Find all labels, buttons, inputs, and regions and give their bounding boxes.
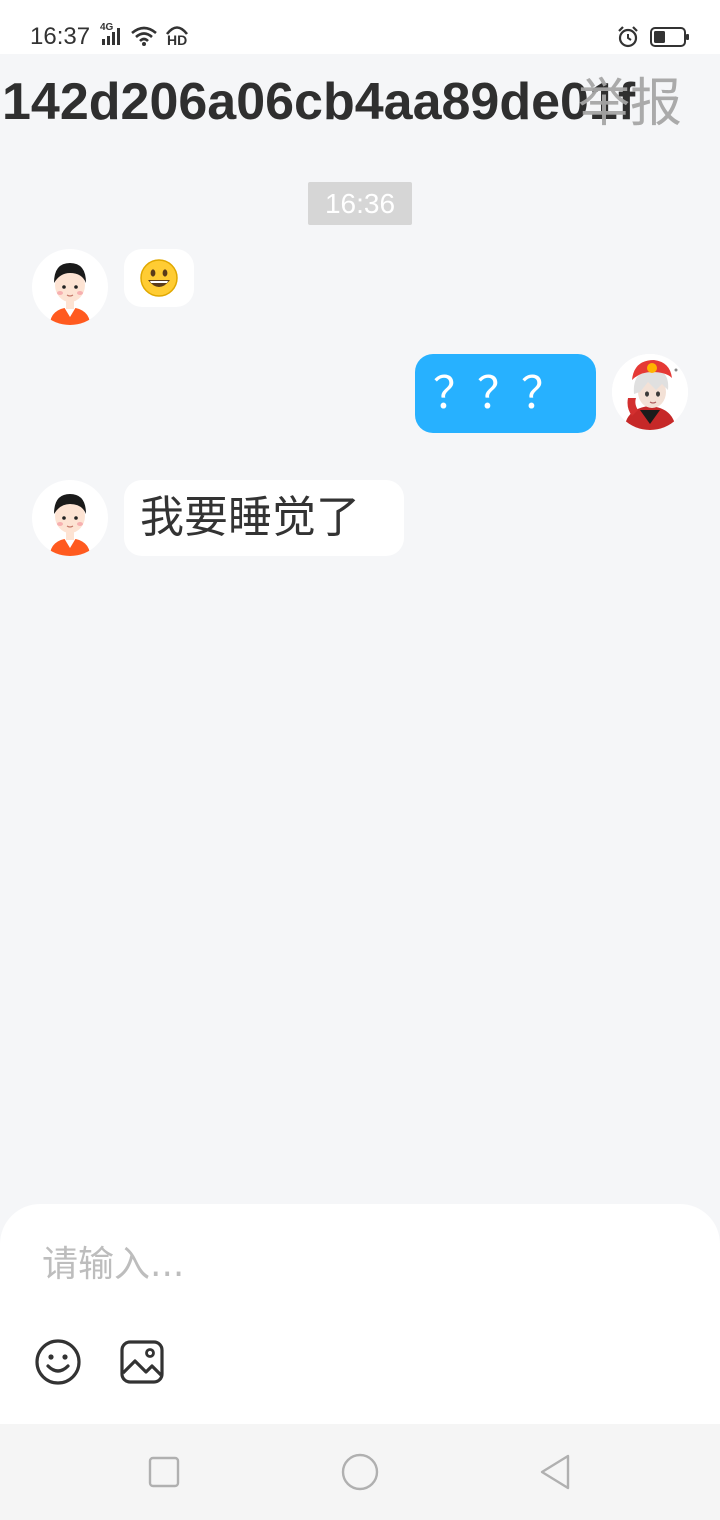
contact-avatar[interactable]	[32, 480, 108, 556]
message-timestamp: 16:36	[308, 182, 412, 225]
person-avatar-icon	[50, 263, 90, 325]
status-time: 16:37	[30, 23, 91, 50]
wifi-icon	[130, 25, 158, 47]
back-button[interactable]	[536, 1452, 576, 1492]
grinning-face-emoji	[139, 258, 179, 298]
image-icon	[120, 1340, 164, 1384]
signal-icon: 4G	[100, 22, 124, 47]
square-icon	[148, 1456, 180, 1488]
input-panel	[0, 1204, 720, 1424]
home-button[interactable]	[340, 1452, 380, 1492]
alarm-icon	[616, 25, 640, 49]
anime-avatar-icon	[612, 354, 688, 430]
report-button[interactable]: 举报	[578, 72, 682, 136]
message-text: 我要睡觉了	[140, 492, 360, 543]
status-icons-left: 4G HD	[100, 22, 190, 50]
message-text: ？？？	[433, 367, 565, 419]
message-bubble-incoming[interactable]	[124, 249, 194, 307]
recent-apps-button[interactable]	[144, 1452, 184, 1492]
contact-avatar[interactable]	[32, 249, 108, 325]
message-input[interactable]	[42, 1234, 678, 1294]
hd-call-icon: HD	[164, 24, 190, 48]
hd-label: HD	[167, 32, 188, 48]
emoji-button[interactable]	[34, 1338, 82, 1386]
title-bar: 142d206a06cb4aa89de01f 举报	[0, 54, 720, 150]
battery-icon	[650, 26, 690, 48]
my-avatar[interactable]	[612, 354, 688, 430]
person-avatar-icon	[50, 494, 90, 556]
message-bubble-outgoing[interactable]: ？？？	[415, 354, 596, 433]
circle-icon	[341, 1453, 379, 1491]
message-bubble-incoming[interactable]: 我要睡觉了	[124, 480, 404, 556]
back-triangle-icon	[540, 1454, 570, 1490]
status-icons-right	[616, 24, 690, 50]
status-bar: 16:37 4G HD	[0, 0, 720, 54]
emoji-icon	[35, 1339, 81, 1385]
image-button[interactable]	[118, 1338, 166, 1386]
navigation-bar	[0, 1424, 720, 1520]
